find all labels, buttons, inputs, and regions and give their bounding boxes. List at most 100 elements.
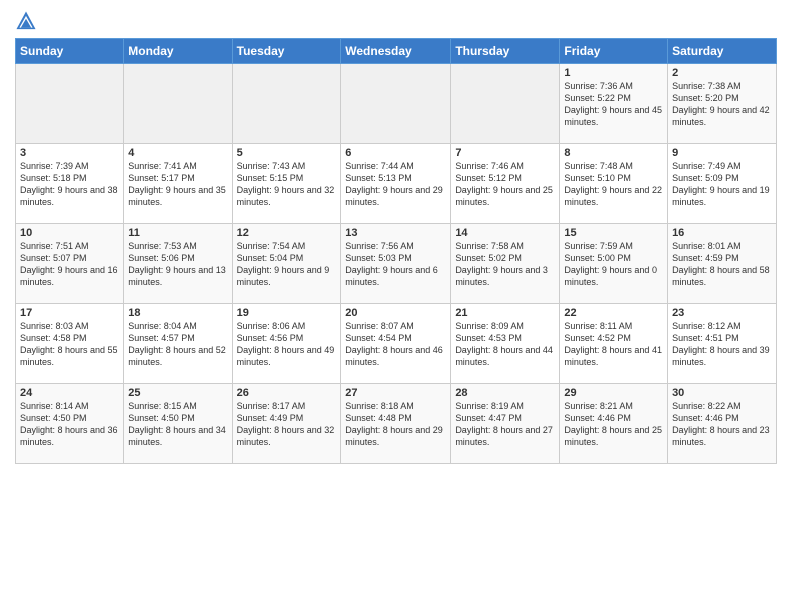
day-info: Sunrise: 7:56 AM Sunset: 5:03 PM Dayligh… <box>345 240 446 289</box>
week-row-5: 24Sunrise: 8:14 AM Sunset: 4:50 PM Dayli… <box>16 384 777 464</box>
day-number: 3 <box>20 147 119 159</box>
day-info: Sunrise: 7:41 AM Sunset: 5:17 PM Dayligh… <box>128 160 227 209</box>
calendar-cell: 12Sunrise: 7:54 AM Sunset: 5:04 PM Dayli… <box>232 224 341 304</box>
calendar-cell <box>124 64 232 144</box>
day-info: Sunrise: 8:06 AM Sunset: 4:56 PM Dayligh… <box>237 320 337 369</box>
calendar-cell: 6Sunrise: 7:44 AM Sunset: 5:13 PM Daylig… <box>341 144 451 224</box>
calendar-header-row: SundayMondayTuesdayWednesdayThursdayFrid… <box>16 39 777 64</box>
day-number: 18 <box>128 307 227 319</box>
day-info: Sunrise: 8:17 AM Sunset: 4:49 PM Dayligh… <box>237 400 337 449</box>
day-header-sunday: Sunday <box>16 39 124 64</box>
day-number: 14 <box>455 227 555 239</box>
day-info: Sunrise: 8:04 AM Sunset: 4:57 PM Dayligh… <box>128 320 227 369</box>
calendar-cell: 27Sunrise: 8:18 AM Sunset: 4:48 PM Dayli… <box>341 384 451 464</box>
day-info: Sunrise: 8:09 AM Sunset: 4:53 PM Dayligh… <box>455 320 555 369</box>
calendar-cell: 8Sunrise: 7:48 AM Sunset: 5:10 PM Daylig… <box>560 144 668 224</box>
day-number: 5 <box>237 147 337 159</box>
day-number: 4 <box>128 147 227 159</box>
day-info: Sunrise: 8:01 AM Sunset: 4:59 PM Dayligh… <box>672 240 772 289</box>
calendar-cell <box>341 64 451 144</box>
day-info: Sunrise: 8:12 AM Sunset: 4:51 PM Dayligh… <box>672 320 772 369</box>
day-number: 22 <box>564 307 663 319</box>
calendar-cell: 29Sunrise: 8:21 AM Sunset: 4:46 PM Dayli… <box>560 384 668 464</box>
day-number: 2 <box>672 67 772 79</box>
calendar-cell: 14Sunrise: 7:58 AM Sunset: 5:02 PM Dayli… <box>451 224 560 304</box>
day-number: 1 <box>564 67 663 79</box>
calendar-cell: 2Sunrise: 7:38 AM Sunset: 5:20 PM Daylig… <box>668 64 777 144</box>
day-info: Sunrise: 7:46 AM Sunset: 5:12 PM Dayligh… <box>455 160 555 209</box>
week-row-1: 1Sunrise: 7:36 AM Sunset: 5:22 PM Daylig… <box>16 64 777 144</box>
calendar-cell: 3Sunrise: 7:39 AM Sunset: 5:18 PM Daylig… <box>16 144 124 224</box>
calendar-cell: 1Sunrise: 7:36 AM Sunset: 5:22 PM Daylig… <box>560 64 668 144</box>
calendar-cell: 18Sunrise: 8:04 AM Sunset: 4:57 PM Dayli… <box>124 304 232 384</box>
day-info: Sunrise: 8:21 AM Sunset: 4:46 PM Dayligh… <box>564 400 663 449</box>
day-number: 10 <box>20 227 119 239</box>
day-number: 20 <box>345 307 446 319</box>
calendar-cell: 5Sunrise: 7:43 AM Sunset: 5:15 PM Daylig… <box>232 144 341 224</box>
day-header-monday: Monday <box>124 39 232 64</box>
calendar-cell <box>451 64 560 144</box>
day-number: 15 <box>564 227 663 239</box>
calendar-cell: 30Sunrise: 8:22 AM Sunset: 4:46 PM Dayli… <box>668 384 777 464</box>
calendar-cell: 16Sunrise: 8:01 AM Sunset: 4:59 PM Dayli… <box>668 224 777 304</box>
day-number: 23 <box>672 307 772 319</box>
day-info: Sunrise: 7:51 AM Sunset: 5:07 PM Dayligh… <box>20 240 119 289</box>
day-number: 21 <box>455 307 555 319</box>
day-number: 27 <box>345 387 446 399</box>
calendar-cell: 20Sunrise: 8:07 AM Sunset: 4:54 PM Dayli… <box>341 304 451 384</box>
day-info: Sunrise: 7:49 AM Sunset: 5:09 PM Dayligh… <box>672 160 772 209</box>
calendar-cell: 4Sunrise: 7:41 AM Sunset: 5:17 PM Daylig… <box>124 144 232 224</box>
day-info: Sunrise: 8:22 AM Sunset: 4:46 PM Dayligh… <box>672 400 772 449</box>
day-number: 30 <box>672 387 772 399</box>
day-number: 16 <box>672 227 772 239</box>
page: SundayMondayTuesdayWednesdayThursdayFrid… <box>0 0 792 612</box>
calendar-cell: 10Sunrise: 7:51 AM Sunset: 5:07 PM Dayli… <box>16 224 124 304</box>
day-number: 25 <box>128 387 227 399</box>
day-info: Sunrise: 7:54 AM Sunset: 5:04 PM Dayligh… <box>237 240 337 289</box>
day-info: Sunrise: 7:39 AM Sunset: 5:18 PM Dayligh… <box>20 160 119 209</box>
day-info: Sunrise: 8:19 AM Sunset: 4:47 PM Dayligh… <box>455 400 555 449</box>
day-header-wednesday: Wednesday <box>341 39 451 64</box>
day-info: Sunrise: 7:48 AM Sunset: 5:10 PM Dayligh… <box>564 160 663 209</box>
day-info: Sunrise: 8:14 AM Sunset: 4:50 PM Dayligh… <box>20 400 119 449</box>
day-info: Sunrise: 8:07 AM Sunset: 4:54 PM Dayligh… <box>345 320 446 369</box>
day-header-tuesday: Tuesday <box>232 39 341 64</box>
header <box>15 10 777 32</box>
day-number: 19 <box>237 307 337 319</box>
day-info: Sunrise: 7:58 AM Sunset: 5:02 PM Dayligh… <box>455 240 555 289</box>
day-number: 28 <box>455 387 555 399</box>
day-info: Sunrise: 7:44 AM Sunset: 5:13 PM Dayligh… <box>345 160 446 209</box>
calendar-cell: 24Sunrise: 8:14 AM Sunset: 4:50 PM Dayli… <box>16 384 124 464</box>
calendar-cell: 11Sunrise: 7:53 AM Sunset: 5:06 PM Dayli… <box>124 224 232 304</box>
calendar-cell: 7Sunrise: 7:46 AM Sunset: 5:12 PM Daylig… <box>451 144 560 224</box>
day-info: Sunrise: 7:36 AM Sunset: 5:22 PM Dayligh… <box>564 80 663 129</box>
day-number: 7 <box>455 147 555 159</box>
calendar-cell: 28Sunrise: 8:19 AM Sunset: 4:47 PM Dayli… <box>451 384 560 464</box>
day-info: Sunrise: 8:11 AM Sunset: 4:52 PM Dayligh… <box>564 320 663 369</box>
day-number: 13 <box>345 227 446 239</box>
day-info: Sunrise: 7:53 AM Sunset: 5:06 PM Dayligh… <box>128 240 227 289</box>
calendar-table: SundayMondayTuesdayWednesdayThursdayFrid… <box>15 38 777 464</box>
day-number: 17 <box>20 307 119 319</box>
calendar-cell: 19Sunrise: 8:06 AM Sunset: 4:56 PM Dayli… <box>232 304 341 384</box>
day-info: Sunrise: 8:18 AM Sunset: 4:48 PM Dayligh… <box>345 400 446 449</box>
calendar-cell: 9Sunrise: 7:49 AM Sunset: 5:09 PM Daylig… <box>668 144 777 224</box>
day-info: Sunrise: 7:59 AM Sunset: 5:00 PM Dayligh… <box>564 240 663 289</box>
logo <box>15 10 41 32</box>
calendar-cell: 15Sunrise: 7:59 AM Sunset: 5:00 PM Dayli… <box>560 224 668 304</box>
day-number: 26 <box>237 387 337 399</box>
week-row-3: 10Sunrise: 7:51 AM Sunset: 5:07 PM Dayli… <box>16 224 777 304</box>
calendar-cell: 26Sunrise: 8:17 AM Sunset: 4:49 PM Dayli… <box>232 384 341 464</box>
calendar-cell: 23Sunrise: 8:12 AM Sunset: 4:51 PM Dayli… <box>668 304 777 384</box>
calendar-cell: 13Sunrise: 7:56 AM Sunset: 5:03 PM Dayli… <box>341 224 451 304</box>
calendar-cell: 21Sunrise: 8:09 AM Sunset: 4:53 PM Dayli… <box>451 304 560 384</box>
week-row-4: 17Sunrise: 8:03 AM Sunset: 4:58 PM Dayli… <box>16 304 777 384</box>
day-number: 8 <box>564 147 663 159</box>
calendar-cell: 22Sunrise: 8:11 AM Sunset: 4:52 PM Dayli… <box>560 304 668 384</box>
calendar-cell: 17Sunrise: 8:03 AM Sunset: 4:58 PM Dayli… <box>16 304 124 384</box>
day-number: 9 <box>672 147 772 159</box>
day-number: 11 <box>128 227 227 239</box>
calendar-cell <box>232 64 341 144</box>
day-header-saturday: Saturday <box>668 39 777 64</box>
calendar-cell: 25Sunrise: 8:15 AM Sunset: 4:50 PM Dayli… <box>124 384 232 464</box>
